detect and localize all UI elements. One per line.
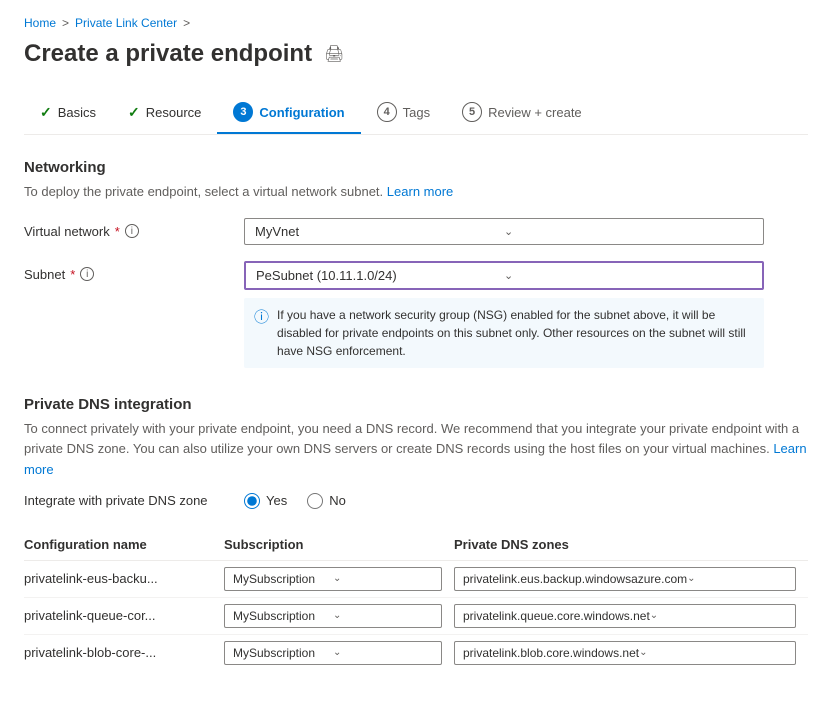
dns-table-header-row: Configuration name Subscription Private … bbox=[24, 529, 808, 561]
dns-row1-sub-cell: MySubscription ⌄ bbox=[224, 597, 454, 634]
subnet-value: PeSubnet (10.11.1.0/24) bbox=[256, 268, 504, 283]
subnet-info-icon[interactable]: i bbox=[80, 267, 94, 281]
networking-section: Networking To deploy the private endpoin… bbox=[24, 159, 808, 368]
nsg-info-icon: ⓘ bbox=[254, 307, 269, 360]
virtual-network-control: MyVnet ⌄ bbox=[244, 218, 808, 245]
networking-learn-more[interactable]: Learn more bbox=[387, 184, 453, 199]
print-icon[interactable]: 🖨 bbox=[324, 44, 344, 64]
dns-col-config-name: Configuration name bbox=[24, 529, 224, 561]
breadcrumb-sep2: > bbox=[183, 16, 190, 30]
dns-row1-zone-dropdown[interactable]: privatelink.queue.core.windows.net ⌄ bbox=[454, 604, 796, 628]
nsg-info-box: ⓘ If you have a network security group (… bbox=[244, 298, 764, 368]
dns-table-head: Configuration name Subscription Private … bbox=[24, 529, 808, 561]
dns-row0-zone-value: privatelink.eus.backup.windowsazure.com bbox=[463, 572, 687, 586]
dns-row1-zone-value: privatelink.queue.core.windows.net bbox=[463, 609, 650, 623]
dns-row2-zone-chevron: ⌄ bbox=[639, 647, 787, 658]
dns-row2-sub-cell: MySubscription ⌄ bbox=[224, 634, 454, 671]
dns-row0-sub-value: MySubscription bbox=[233, 572, 333, 586]
integrate-dns-no-label: No bbox=[329, 493, 346, 508]
private-dns-title: Private DNS integration bbox=[24, 396, 808, 413]
dns-row0-config: privatelink-eus-backu... bbox=[24, 560, 224, 597]
dns-col-zones: Private DNS zones bbox=[454, 529, 808, 561]
dns-row1-sub-chevron: ⌄ bbox=[333, 610, 433, 621]
dns-row0-sub-chevron: ⌄ bbox=[333, 573, 433, 584]
table-row: privatelink-blob-core-... MySubscription… bbox=[24, 634, 808, 671]
dns-row2-subscription-dropdown[interactable]: MySubscription ⌄ bbox=[224, 641, 442, 665]
tab-review-num: 5 bbox=[462, 102, 482, 122]
tab-basics-check: ✓ bbox=[40, 104, 52, 121]
dns-row1-sub-value: MySubscription bbox=[233, 609, 333, 623]
wizard-tabs: ✓ Basics ✓ Resource 3 Configuration 4 Ta… bbox=[24, 92, 808, 135]
subnet-required-star: * bbox=[70, 267, 75, 282]
dns-table-body: privatelink-eus-backu... MySubscription … bbox=[24, 560, 808, 671]
page-title: Create a private endpoint bbox=[24, 40, 312, 68]
dns-row1-zone-chevron: ⌄ bbox=[650, 610, 787, 621]
table-row: privatelink-eus-backu... MySubscription … bbox=[24, 560, 808, 597]
integrate-dns-no[interactable]: No bbox=[307, 493, 346, 509]
virtual-network-value: MyVnet bbox=[255, 224, 504, 239]
tab-configuration-label: Configuration bbox=[259, 105, 344, 120]
dns-row1-zone-cell: privatelink.queue.core.windows.net ⌄ bbox=[454, 597, 808, 634]
networking-desc: To deploy the private endpoint, select a… bbox=[24, 182, 808, 202]
nsg-info-text: If you have a network security group (NS… bbox=[277, 306, 754, 360]
tab-tags-label: Tags bbox=[403, 105, 430, 120]
vnet-required-star: * bbox=[115, 224, 120, 239]
private-dns-section: Private DNS integration To connect priva… bbox=[24, 396, 808, 671]
tab-resource[interactable]: ✓ Resource bbox=[112, 94, 217, 133]
integrate-dns-row: Integrate with private DNS zone Yes No bbox=[24, 493, 808, 509]
tab-configuration-num: 3 bbox=[233, 102, 253, 122]
tab-review-label: Review + create bbox=[488, 105, 582, 120]
dns-row1-config: privatelink-queue-cor... bbox=[24, 597, 224, 634]
virtual-network-dropdown[interactable]: MyVnet ⌄ bbox=[244, 218, 764, 245]
integrate-dns-no-radio[interactable] bbox=[307, 493, 323, 509]
dns-row0-subscription-dropdown[interactable]: MySubscription ⌄ bbox=[224, 567, 442, 591]
dns-table: Configuration name Subscription Private … bbox=[24, 529, 808, 671]
breadcrumb-home[interactable]: Home bbox=[24, 16, 56, 30]
tab-basics-label: Basics bbox=[58, 105, 96, 120]
private-dns-desc-text: To connect privately with your private e… bbox=[24, 421, 799, 457]
subnet-row: Subnet * i PeSubnet (10.11.1.0/24) ⌄ ⓘ I… bbox=[24, 261, 808, 368]
tab-tags-num: 4 bbox=[377, 102, 397, 122]
virtual-network-label: Virtual network * i bbox=[24, 218, 244, 239]
dns-row2-zone-cell: privatelink.blob.core.windows.net ⌄ bbox=[454, 634, 808, 671]
tab-basics[interactable]: ✓ Basics bbox=[24, 94, 112, 133]
dns-row2-sub-value: MySubscription bbox=[233, 646, 333, 660]
dns-row0-zone-dropdown[interactable]: privatelink.eus.backup.windowsazure.com … bbox=[454, 567, 796, 591]
tab-configuration[interactable]: 3 Configuration bbox=[217, 92, 360, 134]
virtual-network-row: Virtual network * i MyVnet ⌄ bbox=[24, 218, 808, 245]
vnet-chevron-icon: ⌄ bbox=[504, 225, 753, 238]
subnet-label: Subnet * i bbox=[24, 261, 244, 282]
dns-row2-sub-chevron: ⌄ bbox=[333, 647, 433, 658]
subnet-control: PeSubnet (10.11.1.0/24) ⌄ ⓘ If you have … bbox=[244, 261, 808, 368]
dns-col-subscription: Subscription bbox=[224, 529, 454, 561]
integrate-dns-yes[interactable]: Yes bbox=[244, 493, 287, 509]
networking-desc-text: To deploy the private endpoint, select a… bbox=[24, 184, 383, 199]
table-row: privatelink-queue-cor... MySubscription … bbox=[24, 597, 808, 634]
tab-review[interactable]: 5 Review + create bbox=[446, 92, 598, 134]
tab-resource-check: ✓ bbox=[128, 104, 140, 121]
breadcrumb: Home > Private Link Center > bbox=[24, 16, 808, 30]
subnet-dropdown[interactable]: PeSubnet (10.11.1.0/24) ⌄ bbox=[244, 261, 764, 290]
integrate-dns-yes-radio[interactable] bbox=[244, 493, 260, 509]
dns-row1-subscription-dropdown[interactable]: MySubscription ⌄ bbox=[224, 604, 442, 628]
private-dns-desc: To connect privately with your private e… bbox=[24, 419, 808, 481]
breadcrumb-sep1: > bbox=[62, 16, 69, 30]
tab-tags[interactable]: 4 Tags bbox=[361, 92, 446, 134]
subnet-chevron-icon: ⌄ bbox=[504, 269, 752, 282]
page-title-row: Create a private endpoint 🖨 bbox=[24, 40, 808, 68]
dns-row0-zone-chevron: ⌄ bbox=[687, 573, 787, 584]
dns-row2-zone-dropdown[interactable]: privatelink.blob.core.windows.net ⌄ bbox=[454, 641, 796, 665]
dns-row0-zone-cell: privatelink.eus.backup.windowsazure.com … bbox=[454, 560, 808, 597]
dns-row0-sub-cell: MySubscription ⌄ bbox=[224, 560, 454, 597]
integrate-dns-label: Integrate with private DNS zone bbox=[24, 493, 244, 508]
networking-title: Networking bbox=[24, 159, 808, 176]
vnet-info-icon[interactable]: i bbox=[125, 224, 139, 238]
dns-row2-zone-value: privatelink.blob.core.windows.net bbox=[463, 646, 639, 660]
integrate-dns-options: Yes No bbox=[244, 493, 346, 509]
breadcrumb-private-link[interactable]: Private Link Center bbox=[75, 16, 177, 30]
tab-resource-label: Resource bbox=[146, 105, 202, 120]
dns-row2-config: privatelink-blob-core-... bbox=[24, 634, 224, 671]
integrate-dns-yes-label: Yes bbox=[266, 493, 287, 508]
